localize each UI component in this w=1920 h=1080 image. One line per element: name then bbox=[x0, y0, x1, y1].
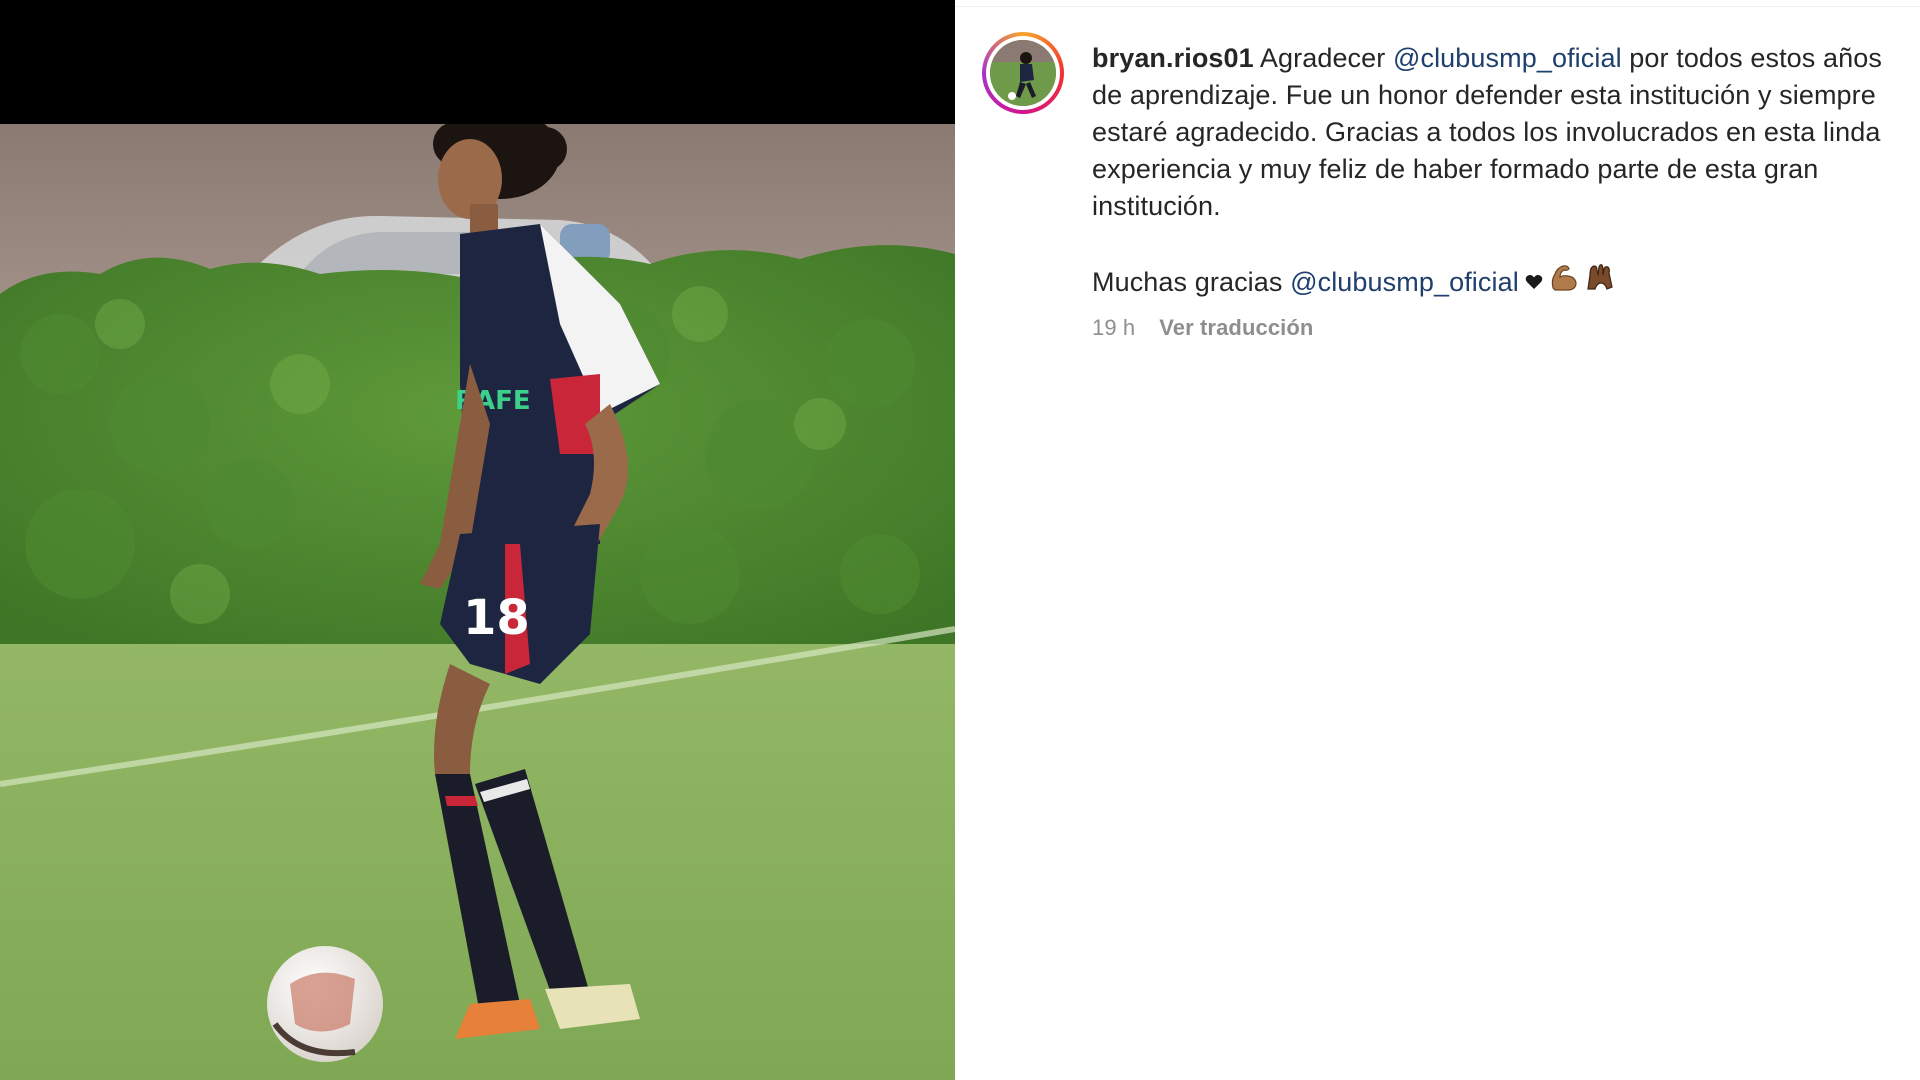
soccer-ball bbox=[267, 946, 383, 1062]
post-photo[interactable]: RAFE 18 bbox=[0, 124, 955, 1080]
caption-thanks-line: Muchas gracias @clubusmp_oficial bbox=[1092, 261, 1892, 303]
mention-link-2[interactable]: @clubusmp_oficial bbox=[1290, 264, 1519, 301]
heart-icon bbox=[1525, 264, 1543, 301]
post-meta: 19 h Ver traducción bbox=[1092, 313, 1892, 343]
post-caption-panel: bryan.rios01 Agradecer @clubusmp_oficial… bbox=[955, 0, 1920, 1080]
caption-text-intro: Agradecer bbox=[1253, 43, 1393, 73]
avatar-story-ring[interactable] bbox=[982, 32, 1064, 114]
post-media[interactable]: RAFE 18 bbox=[0, 0, 955, 1080]
mention-link[interactable]: @clubusmp_oficial bbox=[1393, 43, 1622, 73]
raised-hands-icon bbox=[1585, 261, 1617, 303]
flexed-biceps-icon bbox=[1549, 262, 1579, 302]
timestamp[interactable]: 19 h bbox=[1092, 313, 1135, 343]
caption-paragraph: bryan.rios01 Agradecer @clubusmp_oficial… bbox=[1092, 40, 1892, 225]
caption-thanks-text: Muchas gracias bbox=[1092, 266, 1291, 297]
caption-body: bryan.rios01 Agradecer @clubusmp_oficial… bbox=[1092, 40, 1892, 343]
media-letterbox bbox=[0, 0, 955, 124]
instagram-post-view: RAFE 18 bryan.rios01 Agradecer @clubusmp… bbox=[0, 0, 1920, 1080]
divider bbox=[955, 6, 1920, 7]
username-link[interactable]: bryan.rios01 bbox=[1092, 43, 1254, 73]
translate-button[interactable]: Ver traducción bbox=[1159, 313, 1313, 343]
avatar[interactable] bbox=[990, 40, 1056, 106]
jersey-number: 18 bbox=[463, 590, 530, 646]
